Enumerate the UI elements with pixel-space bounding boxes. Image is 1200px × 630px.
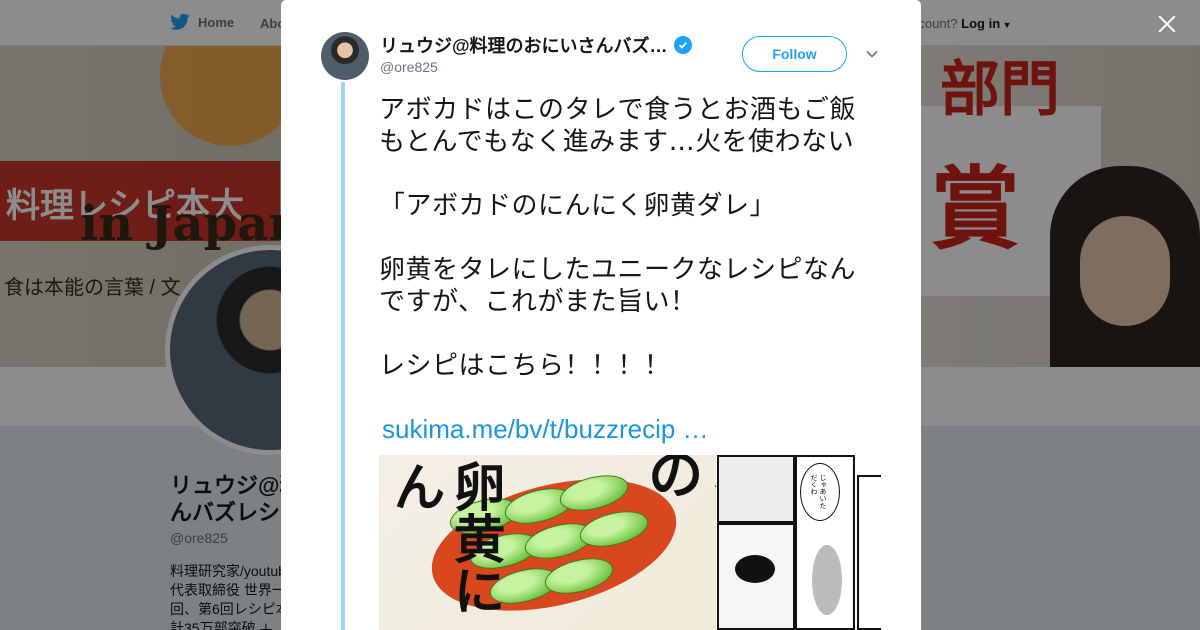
tweet-text: アボカドはこのタレで食うとお酒もご飯もとんでもなく進みます…火を使わない 「アボ… xyxy=(379,95,857,381)
chevron-down-icon[interactable] xyxy=(864,46,880,62)
manga-speech-bubble: じゃあいただくわ xyxy=(800,463,840,521)
media-cover-text-left: 卵黄にん xyxy=(384,460,505,616)
manga-panel xyxy=(857,475,881,630)
tweet-link[interactable]: sukima.me/bv/t/buzzrecip … xyxy=(382,413,709,445)
thread-line xyxy=(341,82,345,630)
manga-drink xyxy=(812,545,842,615)
verified-badge-icon xyxy=(673,36,692,54)
follow-button[interactable]: Follow xyxy=(742,36,847,72)
tweet-media-manga[interactable]: じゃあいただくわ xyxy=(717,455,881,630)
close-icon[interactable] xyxy=(1153,10,1181,38)
author-avatar[interactable] xyxy=(321,32,369,80)
manga-panel xyxy=(717,455,795,523)
media-cover-text-right: ボカドの xyxy=(638,455,716,613)
manga-mouth xyxy=(735,555,775,583)
tweet-media-image[interactable]: 卵黄にん ボカドの xyxy=(379,455,716,630)
author-handle[interactable]: @ore825 xyxy=(380,59,438,75)
author-name: リュウジ@料理のおにいさんバズ… xyxy=(380,36,668,56)
author-name-row[interactable]: リュウジ@料理のおにいさんバズ… xyxy=(380,32,692,58)
tweet-modal: リュウジ@料理のおにいさんバズ… @ore825 Follow アボカドはこのタ… xyxy=(281,0,921,630)
